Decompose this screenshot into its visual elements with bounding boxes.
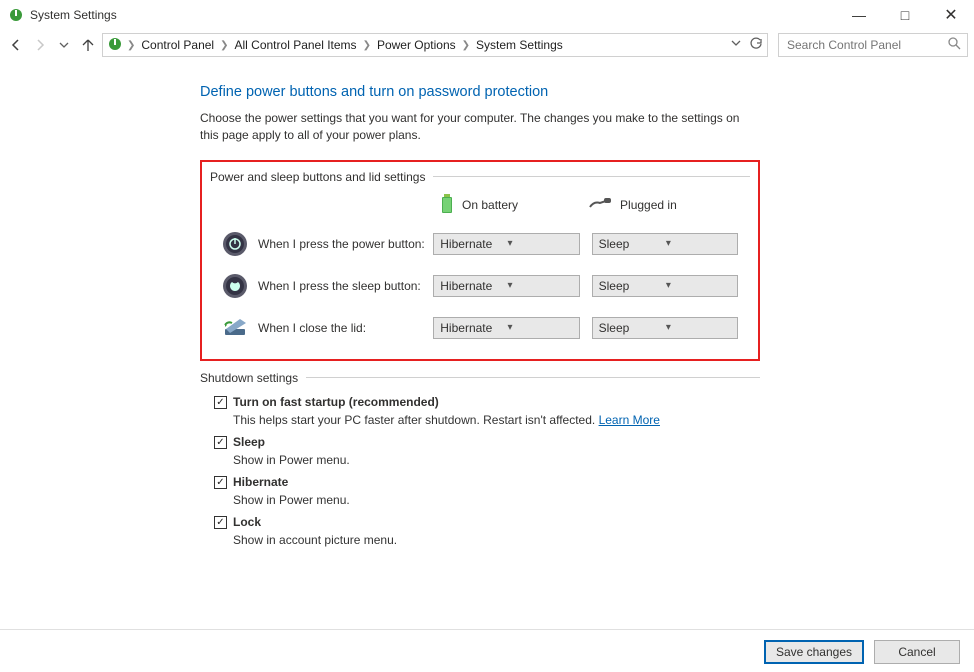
hibernate-desc: Show in Power menu. <box>233 493 760 507</box>
learn-more-link[interactable]: Learn More <box>599 413 660 427</box>
shutdown-settings-section: Shutdown settings ✓ Turn on fast startup… <box>200 371 760 547</box>
fast-startup-title: Turn on fast startup (recommended) <box>233 395 439 409</box>
chevron-down-icon: ▾ <box>507 238 574 249</box>
sleep-row: ✓ Sleep <box>214 435 760 449</box>
address-icon <box>107 36 123 55</box>
chevron-right-icon[interactable]: ❯ <box>363 40 371 51</box>
power-button-icon <box>222 231 248 257</box>
fast-startup-row: ✓ Turn on fast startup (recommended) <box>214 395 760 409</box>
power-options-icon <box>8 7 24 23</box>
titlebar: System Settings — □ ✕ <box>0 0 974 30</box>
fast-startup-desc-text: This helps start your PC faster after sh… <box>233 413 599 427</box>
sleep-button-label: When I press the sleep button: <box>258 279 433 293</box>
power-button-plugged-select[interactable]: Sleep ▾ <box>592 233 738 255</box>
footer: Save changes Cancel <box>764 640 960 664</box>
sleep-checkbox[interactable]: ✓ <box>214 436 227 449</box>
chevron-right-icon[interactable]: ❯ <box>127 40 135 51</box>
close-lid-label: When I close the lid: <box>258 321 433 335</box>
sleep-title: Sleep <box>233 435 265 449</box>
sleep-button-row: When I press the sleep button: Hibernate… <box>222 273 750 299</box>
on-battery-label: On battery <box>462 198 518 212</box>
toolbar: ❯ Control Panel ❯ All Control Panel Item… <box>0 30 974 60</box>
select-value: Hibernate <box>440 279 507 293</box>
recent-dropdown-icon[interactable] <box>54 35 74 55</box>
hibernate-checkbox[interactable]: ✓ <box>214 476 227 489</box>
chevron-down-icon: ▾ <box>666 280 733 291</box>
sleep-button-plugged-select[interactable]: Sleep ▾ <box>592 275 738 297</box>
search-icon[interactable] <box>948 37 961 53</box>
footer-divider <box>0 629 974 630</box>
chevron-down-icon: ▾ <box>666 322 733 333</box>
page-title: Define power buttons and turn on passwor… <box>200 84 760 100</box>
close-button[interactable]: ✕ <box>928 0 974 30</box>
power-section-label: Power and sleep buttons and lid settings <box>210 170 425 184</box>
breadcrumb-power-options[interactable]: Power Options <box>375 38 458 52</box>
shutdown-section-label: Shutdown settings <box>200 371 298 385</box>
on-battery-header: On battery <box>440 194 518 217</box>
lid-icon <box>222 315 248 341</box>
window-controls: — □ ✕ <box>836 0 974 30</box>
select-value: Hibernate <box>440 321 507 335</box>
chevron-down-icon: ▾ <box>507 322 574 333</box>
select-value: Sleep <box>599 237 666 251</box>
minimize-button[interactable]: — <box>836 0 882 30</box>
plugged-in-header: Plugged in <box>588 197 677 214</box>
section-divider <box>433 176 750 177</box>
power-button-label: When I press the power button: <box>258 237 433 251</box>
chevron-right-icon[interactable]: ❯ <box>220 40 228 51</box>
breadcrumb-all-items[interactable]: All Control Panel Items <box>233 38 359 52</box>
breadcrumb-system-settings[interactable]: System Settings <box>474 38 565 52</box>
lock-checkbox[interactable]: ✓ <box>214 516 227 529</box>
select-value: Sleep <box>599 279 666 293</box>
plugged-in-label: Plugged in <box>620 198 677 212</box>
fast-startup-desc: This helps start your PC faster after sh… <box>233 413 760 427</box>
close-lid-battery-select[interactable]: Hibernate ▾ <box>433 317 579 339</box>
lock-row: ✓ Lock <box>214 515 760 529</box>
fast-startup-checkbox[interactable]: ✓ <box>214 396 227 409</box>
back-button[interactable] <box>6 35 26 55</box>
select-value: Hibernate <box>440 237 507 251</box>
sleep-button-icon <box>222 273 248 299</box>
cancel-button[interactable]: Cancel <box>874 640 960 664</box>
search-box[interactable] <box>778 33 968 57</box>
sleep-button-battery-select[interactable]: Hibernate ▾ <box>433 275 579 297</box>
power-button-row: When I press the power button: Hibernate… <box>222 231 750 257</box>
search-input[interactable] <box>785 37 948 53</box>
address-bar[interactable]: ❯ Control Panel ❯ All Control Panel Item… <box>102 33 768 57</box>
maximize-button[interactable]: □ <box>882 0 928 30</box>
chevron-right-icon[interactable]: ❯ <box>462 40 470 51</box>
chevron-down-icon: ▾ <box>666 238 733 249</box>
hibernate-row: ✓ Hibernate <box>214 475 760 489</box>
lock-desc: Show in account picture menu. <box>233 533 760 547</box>
content-area: Define power buttons and turn on passwor… <box>0 60 760 547</box>
section-divider <box>306 377 760 378</box>
page-description: Choose the power settings that you want … <box>200 110 760 144</box>
close-lid-plugged-select[interactable]: Sleep ▾ <box>592 317 738 339</box>
close-lid-row: When I close the lid: Hibernate ▾ Sleep … <box>222 315 750 341</box>
power-button-battery-select[interactable]: Hibernate ▾ <box>433 233 579 255</box>
address-dropdown-icon[interactable] <box>731 37 741 54</box>
chevron-down-icon: ▾ <box>507 280 574 291</box>
window-title: System Settings <box>30 8 117 22</box>
select-value: Sleep <box>599 321 666 335</box>
save-changes-button[interactable]: Save changes <box>764 640 864 664</box>
plug-icon <box>588 197 612 214</box>
up-button[interactable] <box>78 35 98 55</box>
refresh-icon[interactable] <box>749 37 763 54</box>
hibernate-title: Hibernate <box>233 475 288 489</box>
battery-icon <box>440 194 454 217</box>
power-buttons-section: Power and sleep buttons and lid settings… <box>200 160 760 361</box>
breadcrumb-control-panel[interactable]: Control Panel <box>139 38 216 52</box>
sleep-desc: Show in Power menu. <box>233 453 760 467</box>
lock-title: Lock <box>233 515 261 529</box>
forward-button[interactable] <box>30 35 50 55</box>
